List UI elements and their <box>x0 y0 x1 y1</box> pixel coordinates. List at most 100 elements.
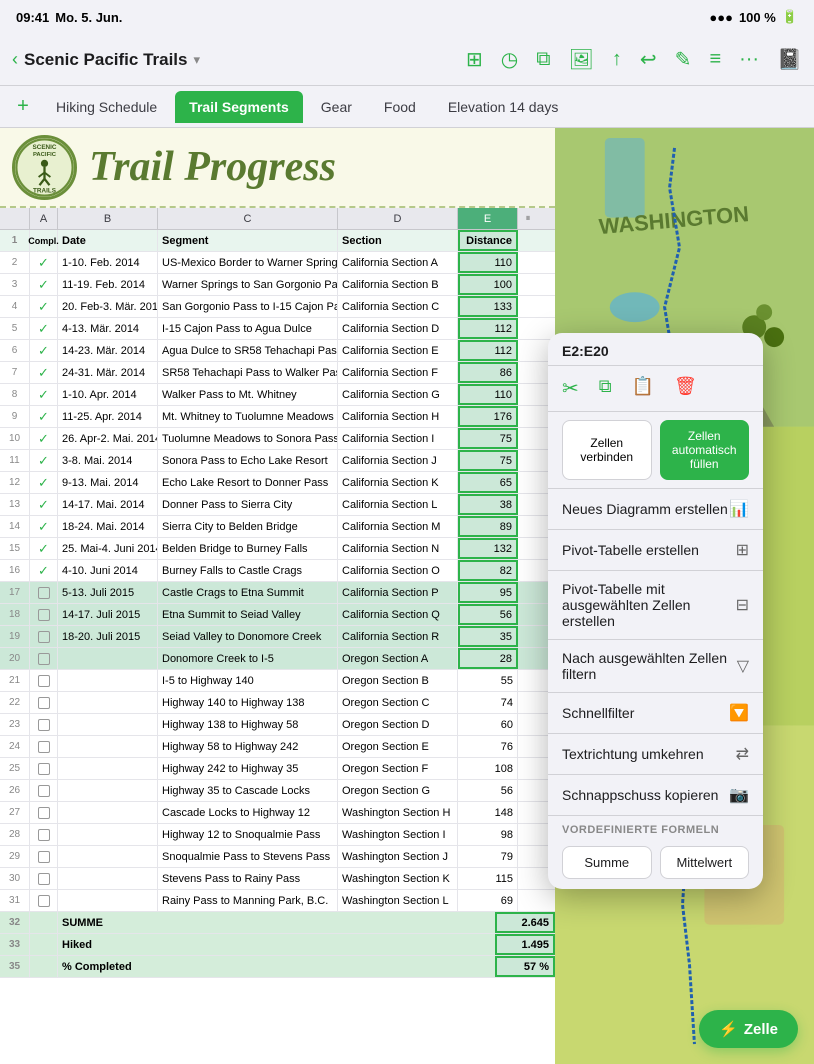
col-b[interactable]: B <box>58 208 158 229</box>
new-chart-label: Neues Diagramm erstellen <box>562 501 728 517</box>
cell-checkbox[interactable]: ✓ <box>30 560 58 581</box>
unchecked-box <box>38 895 50 907</box>
cell-checkbox[interactable]: ✓ <box>30 296 58 317</box>
cell-checkbox[interactable] <box>30 758 58 779</box>
cell-checkbox[interactable]: ✓ <box>30 252 58 273</box>
back-icon[interactable]: ‹ <box>12 49 18 70</box>
table-icon[interactable]: ⊞ <box>466 47 483 72</box>
table-row: 4 ✓ 20. Feb-3. Mär. 2014 San Gorgonio Pa… <box>0 296 555 318</box>
cell-checkbox[interactable]: ✓ <box>30 274 58 295</box>
cell-checkbox[interactable]: ✓ <box>30 516 58 537</box>
check-mark: ✓ <box>38 255 49 271</box>
cell-segment: US-Mexico Border to Warner Springs <box>158 252 338 273</box>
cell-date: 24-31. Mär. 2014 <box>58 362 158 383</box>
autofill-button[interactable]: Zellen automatisch füllen <box>660 420 750 480</box>
clock-icon[interactable]: ◷ <box>501 47 518 72</box>
cell-checkbox[interactable] <box>30 802 58 823</box>
cell-checkbox[interactable]: ✓ <box>30 494 58 515</box>
quick-filter-item[interactable]: Schnellfilter 🔽 <box>548 693 763 734</box>
cell-section: California Section M <box>338 516 458 537</box>
tab-trail-segments[interactable]: Trail Segments <box>175 91 303 123</box>
cut-button[interactable]: ✂ <box>562 376 579 401</box>
cell-date: 18-20. Juli 2015 <box>58 626 158 647</box>
cell-checkbox[interactable]: ✓ <box>30 450 58 471</box>
cell-checkbox[interactable] <box>30 846 58 867</box>
cell-checkbox[interactable] <box>30 604 58 625</box>
tab-elevation[interactable]: Elevation 14 days <box>434 91 573 123</box>
table-row: 5 ✓ 4-13. Mär. 2014 I-15 Cajon Pass to A… <box>0 318 555 340</box>
cell-checkbox[interactable] <box>30 736 58 757</box>
cell-checkbox[interactable] <box>30 780 58 801</box>
zelle-button[interactable]: ⚡ Zelle <box>699 1010 798 1048</box>
avg-formula-button[interactable]: Mittelwert <box>660 846 750 879</box>
col-c[interactable]: C <box>158 208 338 229</box>
cell-checkbox[interactable] <box>30 890 58 911</box>
cell-distance: 110 <box>458 252 518 273</box>
delete-button[interactable]: 🗑 <box>674 376 697 401</box>
reverse-item[interactable]: Textrichtung umkehren ⇄ <box>548 734 763 775</box>
add-tab-button[interactable]: + <box>8 92 38 122</box>
tab-food[interactable]: Food <box>370 91 430 123</box>
dots-icon[interactable]: ··· <box>739 48 759 71</box>
cell-checkbox[interactable] <box>30 648 58 669</box>
pivot-selected-label: Pivot-Tabelle mit ausgewählten Zellen er… <box>562 581 736 629</box>
cell-checkbox[interactable]: ✓ <box>30 362 58 383</box>
cell-checkbox[interactable]: ✓ <box>30 406 58 427</box>
undo-icon[interactable]: ↩ <box>640 47 657 72</box>
quick-filter-label: Schnellfilter <box>562 705 634 721</box>
copy-action-icon: ⧉ <box>599 376 612 397</box>
cell-section: Washington Section L <box>338 890 458 911</box>
cell-segment: Sonora Pass to Echo Lake Resort <box>158 450 338 471</box>
col-e[interactable]: E <box>458 208 518 229</box>
table-row: 11 ✓ 3-8. Mai. 2014 Sonora Pass to Echo … <box>0 450 555 472</box>
cell-segment: Donomore Creek to I-5 <box>158 648 338 669</box>
cell-distance: 76 <box>458 736 518 757</box>
cell-checkbox[interactable] <box>30 582 58 603</box>
sum-formula-button[interactable]: Summe <box>562 846 652 879</box>
unchecked-box <box>38 829 50 841</box>
cell-segment: Snoqualmie Pass to Stevens Pass <box>158 846 338 867</box>
snapshot-item[interactable]: Schnappschuss kopieren 📷 <box>548 775 763 816</box>
filter-item[interactable]: Nach ausgewählten Zellen filtern ▽ <box>548 640 763 693</box>
cell-checkbox[interactable]: ✓ <box>30 318 58 339</box>
header-section: Section <box>338 230 458 251</box>
toolbar-left: ‹ Scenic Pacific Trails ▾ <box>12 49 466 70</box>
cell-checkbox[interactable] <box>30 670 58 691</box>
cell-checkbox[interactable] <box>30 824 58 845</box>
copy-action-button[interactable]: ⧉ <box>599 376 612 401</box>
cell-checkbox[interactable]: ✓ <box>30 538 58 559</box>
cell-checkbox[interactable] <box>30 692 58 713</box>
tab-hiking[interactable]: Hiking Schedule <box>42 91 171 123</box>
pivot-item[interactable]: Pivot-Tabelle erstellen ⊞ <box>548 530 763 571</box>
title-chevron[interactable]: ▾ <box>193 52 200 68</box>
cell-checkbox[interactable]: ✓ <box>30 340 58 361</box>
menu-icon[interactable]: ≡ <box>709 48 721 71</box>
cell-checkbox[interactable] <box>30 714 58 735</box>
image-icon[interactable]: 🖼 <box>569 47 594 72</box>
col-a[interactable]: A <box>30 208 58 229</box>
cell-section: Oregon Section B <box>338 670 458 691</box>
cell-checkbox[interactable]: ✓ <box>30 384 58 405</box>
col-d[interactable]: D <box>338 208 458 229</box>
trail-header: SCENIC PACIFIC TRAILS Trail Progress <box>0 128 555 208</box>
share-icon[interactable]: ↑ <box>612 48 622 71</box>
tab-gear[interactable]: Gear <box>307 91 366 123</box>
cell-distance: 75 <box>458 428 518 449</box>
copy-icon[interactable]: ⧉ <box>536 48 550 71</box>
pivot-selected-item[interactable]: Pivot-Tabelle mit ausgewählten Zellen er… <box>548 571 763 640</box>
paste-button[interactable]: 📋 <box>632 376 654 401</box>
cell-checkbox[interactable] <box>30 868 58 889</box>
merge-cells-button[interactable]: Zellen verbinden <box>562 420 652 480</box>
cell-segment: Highway 140 to Highway 138 <box>158 692 338 713</box>
book-icon[interactable]: 📓 <box>777 47 802 72</box>
cell-checkbox[interactable]: ✓ <box>30 472 58 493</box>
cell-checkbox[interactable] <box>30 626 58 647</box>
unchecked-box <box>38 697 50 709</box>
pen-icon[interactable]: ✎ <box>675 47 692 72</box>
new-chart-item[interactable]: Neues Diagramm erstellen 📊 <box>548 489 763 530</box>
trail-logo: SCENIC PACIFIC TRAILS <box>12 135 77 200</box>
header-completed: Compl. <box>30 230 58 251</box>
row-num: 20 <box>0 648 30 669</box>
cell-checkbox[interactable]: ✓ <box>30 428 58 449</box>
row-num: 28 <box>0 824 30 845</box>
